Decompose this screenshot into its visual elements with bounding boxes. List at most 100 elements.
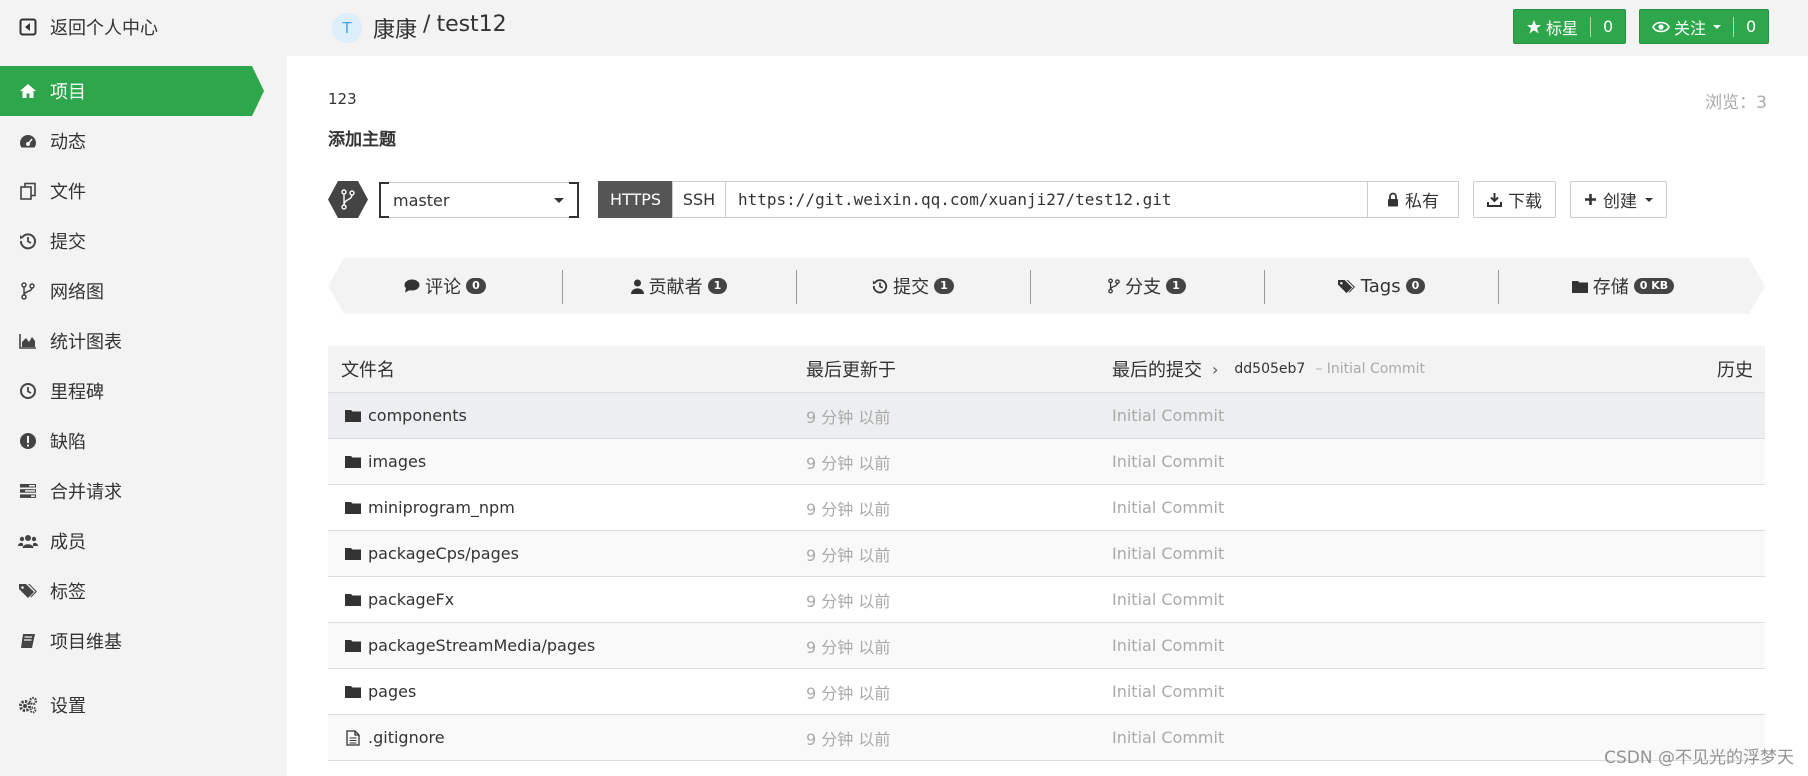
exclamation-icon	[18, 431, 38, 451]
commit-message: – Initial Commit	[1315, 361, 1425, 377]
caret-square-left-icon	[18, 17, 38, 37]
owner-link[interactable]: 康康	[373, 12, 417, 44]
file-name-text: miniprogram_npm	[368, 498, 515, 517]
file-name[interactable]: pages	[344, 682, 416, 701]
sidebar-item-network[interactable]: 网络图	[0, 266, 287, 316]
stat-badge: 0 KB	[1633, 278, 1675, 294]
table-row[interactable]: packageCps/pages 9 分钟 以前 Initial Commit	[328, 530, 1765, 576]
file-name-text: pages	[368, 682, 417, 701]
star-button[interactable]: 标星 0	[1513, 9, 1627, 44]
clone-url-input[interactable]: https://git.weixin.qq.com/xuanji27/test1…	[725, 181, 1368, 218]
sidebar-item-settings[interactable]: 设置	[0, 680, 287, 730]
file-name[interactable]: packageFx	[344, 590, 454, 609]
updated-time: 9 分钟 以前	[806, 591, 891, 611]
project-name-link[interactable]: test12	[436, 12, 506, 44]
branch-icon	[328, 181, 368, 218]
project-description: 123	[328, 90, 357, 108]
sidebar-item-wiki[interactable]: 项目维基	[0, 616, 287, 666]
file-name-text: packageCps/pages	[368, 544, 519, 563]
sidebar-item-label: 提交	[50, 232, 86, 253]
folder-icon	[344, 592, 362, 608]
column-header-last-commit: 最后的提交 › dd505eb7 – Initial Commit	[1112, 356, 1425, 382]
title-separator: /	[423, 12, 431, 37]
stat-branches[interactable]: 分支 1	[1030, 258, 1264, 314]
sidebar-item-charts[interactable]: 统计图表	[0, 316, 287, 366]
download-button[interactable]: 下载	[1473, 181, 1556, 218]
commit-link[interactable]: Initial Commit	[1112, 498, 1224, 517]
file-name[interactable]: packageCps/pages	[344, 544, 519, 563]
table-row[interactable]: .gitignore 9 分钟 以前 Initial Commit	[328, 714, 1765, 760]
https-toggle[interactable]: HTTPS	[598, 181, 673, 218]
updated-time: 9 分钟 以前	[806, 407, 891, 427]
stat-contributors[interactable]: 贡献者 1	[562, 258, 796, 314]
create-button[interactable]: 创建	[1570, 181, 1667, 218]
file-name[interactable]: components	[344, 406, 467, 425]
file-name[interactable]: .gitignore	[344, 728, 445, 747]
file-name[interactable]: miniprogram_npm	[344, 498, 515, 517]
history-icon	[873, 279, 888, 294]
sidebar-item-issues[interactable]: 缺陷	[0, 416, 287, 466]
sidebar-item-label: 网络图	[50, 282, 104, 303]
sidebar-item-project[interactable]: 项目	[0, 66, 264, 116]
commit-link[interactable]: Initial Commit	[1112, 544, 1224, 563]
stat-tags[interactable]: Tags 0	[1264, 258, 1498, 314]
table-row[interactable]	[328, 760, 1765, 776]
commit-sha-link[interactable]: dd505eb7	[1234, 361, 1305, 377]
folder-icon	[344, 408, 362, 424]
sidebar-item-tags[interactable]: 标签	[0, 566, 287, 616]
updated-time: 9 分钟 以前	[806, 453, 891, 473]
updated-time: 9 分钟 以前	[806, 729, 891, 749]
project-avatar[interactable]: T	[332, 13, 362, 43]
back-to-profile-link[interactable]: 返回个人中心	[18, 14, 158, 40]
table-row[interactable]: packageStreamMedia/pages 9 分钟 以前 Initial…	[328, 622, 1765, 668]
file-name[interactable]: packageStreamMedia/pages	[344, 636, 595, 655]
table-row[interactable]: packageFx 9 分钟 以前 Initial Commit	[328, 576, 1765, 622]
branch-icon	[1108, 278, 1120, 294]
watch-button[interactable]: 关注 0	[1639, 9, 1770, 44]
sidebar-item-activity[interactable]: 动态	[0, 116, 287, 166]
sidebar-item-commits[interactable]: 提交	[0, 216, 287, 266]
project-title: 康康 / test12	[373, 12, 507, 44]
commit-link[interactable]: Initial Commit	[1112, 636, 1224, 655]
file-name[interactable]: images	[344, 452, 426, 471]
add-topic-link[interactable]: 添加主题	[328, 125, 396, 150]
commit-link[interactable]: Initial Commit	[1112, 590, 1224, 609]
stat-badge: 0	[466, 278, 486, 294]
clone-bar: master HTTPS SSH https://git.weixin.qq.c…	[328, 181, 1765, 218]
sidebar-item-milestones[interactable]: 里程碑	[0, 366, 287, 416]
branch-select[interactable]: master	[379, 182, 579, 218]
last-commit-label: 最后的提交	[1112, 360, 1202, 381]
stat-commits[interactable]: 提交 1	[796, 258, 1030, 314]
column-header-updated: 最后更新于	[806, 360, 896, 381]
table-row[interactable]: miniprogram_npm 9 分钟 以前 Initial Commit	[328, 484, 1765, 530]
file-text-icon	[344, 729, 362, 746]
home-icon	[18, 81, 38, 101]
commit-link[interactable]: Initial Commit	[1112, 682, 1224, 701]
history-link[interactable]: 历史	[1717, 356, 1753, 382]
sidebar-item-label: 动态	[50, 132, 86, 153]
updated-time: 9 分钟 以前	[806, 683, 891, 703]
star-count: 0	[1590, 16, 1625, 37]
star-label-wrap: 标星	[1514, 10, 1590, 43]
sidebar-item-label: 项目	[50, 82, 86, 103]
file-name-text: .gitignore	[368, 728, 445, 747]
commit-link[interactable]: Initial Commit	[1112, 406, 1224, 425]
chevron-down-icon	[1645, 197, 1653, 202]
commit-link[interactable]: Initial Commit	[1112, 728, 1224, 747]
tags-icon	[18, 581, 38, 601]
file-table: 文件名 最后更新于 最后的提交 › dd505eb7 – Initial Com…	[328, 346, 1765, 776]
stat-comments[interactable]: 评论 0	[328, 258, 562, 314]
sidebar-item-members[interactable]: 成员	[0, 516, 287, 566]
table-row[interactable]: images 9 分钟 以前 Initial Commit	[328, 438, 1765, 484]
ssh-toggle[interactable]: SSH	[672, 181, 726, 218]
sidebar-item-label: 缺陷	[50, 432, 86, 453]
sidebar-item-label: 项目维基	[50, 632, 122, 653]
commit-link[interactable]: Initial Commit	[1112, 452, 1224, 471]
table-row[interactable]: components 9 分钟 以前 Initial Commit	[328, 392, 1765, 438]
stat-storage[interactable]: 存储 0 KB	[1498, 258, 1748, 314]
sidebar-item-merge-requests[interactable]: 合并请求	[0, 466, 287, 516]
folder-icon	[344, 500, 362, 516]
sidebar-item-files[interactable]: 文件	[0, 166, 287, 216]
table-row[interactable]: pages 9 分钟 以前 Initial Commit	[328, 668, 1765, 714]
stat-label: Tags	[1360, 275, 1401, 297]
